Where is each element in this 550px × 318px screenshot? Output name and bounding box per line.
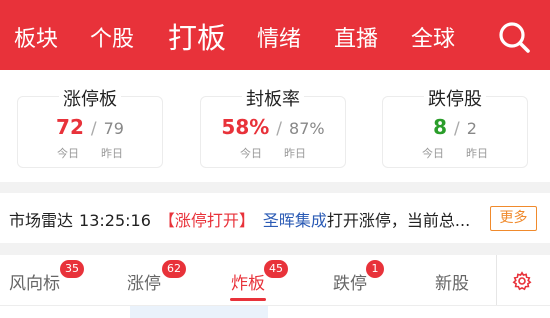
stat-today-label: 今日 xyxy=(422,147,444,160)
stat-separator: / xyxy=(276,119,283,139)
stat-today-value: 58% xyxy=(221,115,270,139)
stat-yesterday-value: 2 xyxy=(466,119,477,138)
tab-divider xyxy=(496,255,497,305)
radar-label: 市场雷达 xyxy=(9,211,74,230)
stat-title: 涨停板 xyxy=(59,89,121,110)
gear-icon[interactable] xyxy=(512,271,532,291)
nav-tab-sectors[interactable]: 板块 xyxy=(14,26,58,54)
sorted-column-highlight xyxy=(130,306,268,318)
top-nav-bar: 板块 个股 打板 情绪 直播 全球 xyxy=(0,0,550,70)
tab-broken-board[interactable]: 炸板 xyxy=(231,269,265,294)
stat-today-value: 72 xyxy=(56,115,84,139)
list-header-row xyxy=(0,305,550,318)
stat-card-seal-rate[interactable]: 封板率 58% / 87% 今日 昨日 xyxy=(200,89,346,168)
stat-yesterday-value: 79 xyxy=(103,119,124,138)
nav-tab-stocks[interactable]: 个股 xyxy=(90,26,134,54)
tab-limit-up[interactable]: 涨停 xyxy=(127,269,161,294)
market-radar-bar[interactable]: 市场雷达 13:25:16 【涨停打开】 圣晖集成打开涨停，当前总... 更多 xyxy=(0,193,550,243)
stat-separator: / xyxy=(90,119,97,139)
stat-card-limit-down[interactable]: 跌停股 8 / 2 今日 昨日 xyxy=(382,89,528,168)
search-icon[interactable] xyxy=(497,20,531,54)
radar-event-tag: 【涨停打开】 xyxy=(158,211,255,230)
tab-limit-down[interactable]: 跌停 xyxy=(333,269,367,294)
radar-time: 13:25:16 xyxy=(79,211,151,230)
radar-stock-link[interactable]: 圣晖集成 xyxy=(263,211,327,230)
tab-badge: 35 xyxy=(60,260,84,278)
stat-card-limit-up[interactable]: 涨停板 72 / 79 今日 昨日 xyxy=(17,89,163,168)
stat-yesterday-label: 昨日 xyxy=(101,147,123,160)
active-tab-indicator xyxy=(230,298,266,301)
nav-tab-sentiment[interactable]: 情绪 xyxy=(257,26,301,54)
stat-title: 跌停股 xyxy=(424,89,486,110)
more-button[interactable]: 更多 xyxy=(490,206,537,231)
tab-new-stocks[interactable]: 新股 xyxy=(435,269,469,294)
tab-badge: 45 xyxy=(264,260,288,278)
nav-tab-live[interactable]: 直播 xyxy=(334,26,378,54)
stats-panel: 涨停板 72 / 79 今日 昨日 封板率 58% / 87% 今日 昨日 跌停股 8 / 2 … xyxy=(0,70,550,182)
stat-separator: / xyxy=(454,119,460,139)
radar-message: 打开涨停，当前总... xyxy=(326,211,471,230)
stat-today-label: 今日 xyxy=(57,147,79,160)
tab-badge: 1 xyxy=(366,260,384,278)
stat-today-label: 今日 xyxy=(240,147,262,160)
nav-tab-limit-board[interactable]: 打板 xyxy=(168,21,226,55)
category-tabs: 风向标 35 涨停 62 炸板 45 跌停 1 新股 xyxy=(0,255,550,305)
stat-title: 封板率 xyxy=(242,89,304,110)
stat-yesterday-value: 87% xyxy=(289,119,325,138)
stat-today-value: 8 xyxy=(433,115,447,139)
nav-tab-global[interactable]: 全球 xyxy=(411,26,455,54)
tab-trend-indicator[interactable]: 风向标 xyxy=(9,269,60,294)
tab-badge: 62 xyxy=(162,260,186,278)
radar-ticker[interactable]: 市场雷达 13:25:16 【涨停打开】 圣晖集成打开涨停，当前总... xyxy=(9,207,481,231)
stat-yesterday-label: 昨日 xyxy=(466,147,488,160)
stat-yesterday-label: 昨日 xyxy=(284,147,306,160)
